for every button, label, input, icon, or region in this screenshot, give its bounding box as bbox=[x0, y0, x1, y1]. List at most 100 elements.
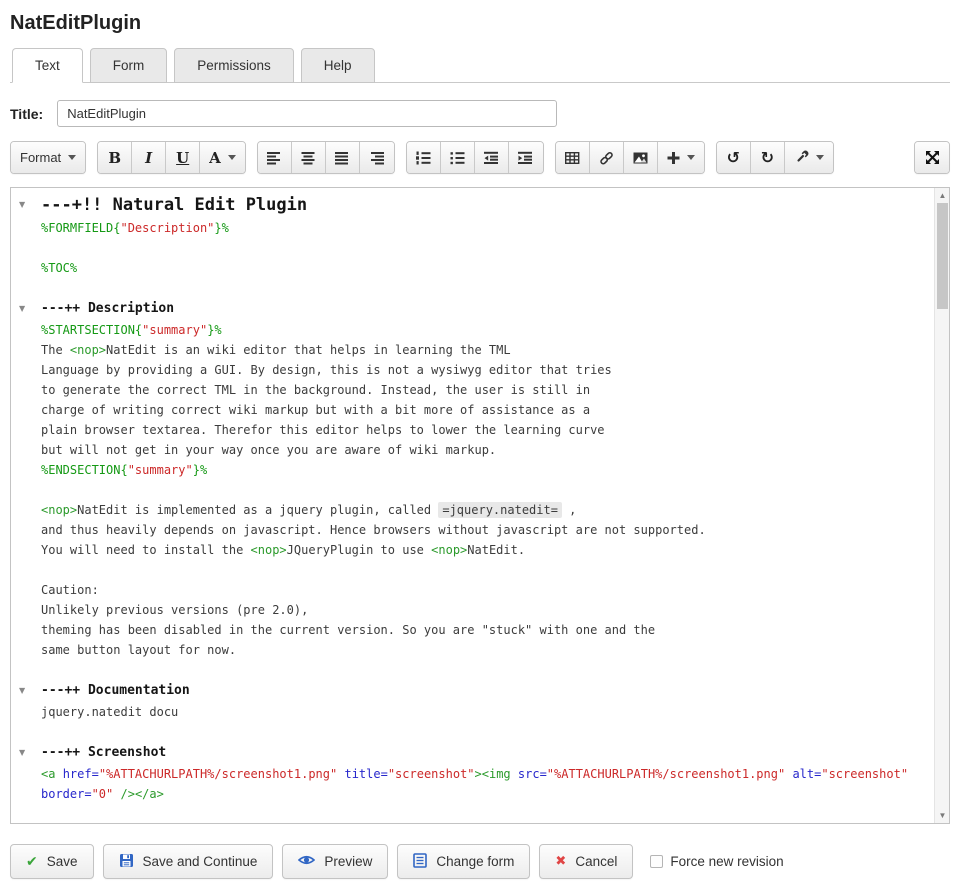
unordered-list-button[interactable] bbox=[441, 142, 475, 173]
toolbar-group: BI U A bbox=[97, 141, 246, 174]
editor-line bbox=[11, 238, 933, 258]
fullscreen-button[interactable] bbox=[915, 142, 949, 173]
chevron-down-icon bbox=[68, 155, 76, 160]
underline-button-label: U bbox=[176, 149, 189, 167]
align-justify-button[interactable] bbox=[326, 142, 360, 173]
fold-arrow-icon[interactable]: ▼ bbox=[19, 742, 25, 764]
font-attribute-dropdown-label: A bbox=[209, 149, 221, 167]
editor-line: You will need to install the <nop>JQuery… bbox=[11, 540, 933, 560]
action-bar: ✔ Save Save and Continue Preview Change form… bbox=[10, 844, 950, 879]
chevron-down-icon bbox=[228, 155, 236, 160]
undo-icon: ↺ bbox=[727, 150, 740, 166]
tab-permissions[interactable]: Permissions bbox=[174, 48, 294, 83]
editor-line: %TOC% bbox=[11, 258, 933, 278]
save-button-label: Save bbox=[47, 854, 78, 869]
cancel-button[interactable]: ✖ Cancel bbox=[539, 844, 633, 879]
cancel-icon: ✖ bbox=[555, 854, 566, 869]
image-icon bbox=[633, 151, 648, 165]
save-and-continue-button-label: Save and Continue bbox=[143, 854, 258, 869]
outdent-button[interactable] bbox=[475, 142, 509, 173]
editor-line: charge of writing correct wiki markup bu… bbox=[11, 400, 933, 420]
save-button[interactable]: ✔ Save bbox=[10, 844, 94, 879]
chevron-down-icon bbox=[687, 155, 695, 160]
insert-link-button[interactable] bbox=[590, 142, 624, 173]
toolbar-group bbox=[257, 141, 395, 174]
editor-line: The <nop>NatEdit is an wiki editor that … bbox=[11, 340, 933, 360]
fold-arrow-icon[interactable]: ▼ bbox=[19, 298, 25, 320]
wikitext-editor[interactable]: ▼---+!! Natural Edit Plugin%FORMFIELD{"D… bbox=[10, 187, 950, 824]
save-and-continue-button[interactable]: Save and Continue bbox=[103, 844, 274, 879]
editor-line: theming has been disabled in the current… bbox=[11, 620, 933, 640]
align-center-button[interactable] bbox=[292, 142, 326, 173]
editor-line: Language by providing a GUI. By design, … bbox=[11, 360, 933, 380]
editor-line: ▼---++ Description bbox=[11, 298, 933, 320]
undo-button[interactable]: ↺ bbox=[717, 142, 751, 173]
toolbar-group: ↺↻ bbox=[716, 141, 834, 174]
align-justify-icon bbox=[335, 151, 349, 165]
toolbar-group bbox=[555, 141, 705, 174]
toolbar-group: Format bbox=[10, 141, 86, 174]
insert-image-button[interactable] bbox=[624, 142, 658, 173]
editor-scrollbar[interactable]: ▲ ▼ bbox=[934, 188, 949, 823]
editor-line: ▼---++ Screenshot bbox=[11, 742, 933, 764]
ol-icon bbox=[416, 151, 431, 165]
tab-text[interactable]: Text bbox=[12, 48, 83, 83]
align-center-icon bbox=[301, 151, 315, 165]
chevron-down-icon bbox=[816, 155, 824, 160]
font-attribute-dropdown[interactable]: A bbox=[200, 142, 245, 173]
editor-line: %STARTSECTION{"summary"}% bbox=[11, 320, 933, 340]
page-title: NatEditPlugin bbox=[10, 12, 950, 35]
bold-button[interactable]: B bbox=[98, 142, 132, 173]
force-new-revision-checkbox[interactable] bbox=[650, 855, 663, 868]
editor-line: %ENDSECTION{"summary"}% bbox=[11, 460, 933, 480]
editor-line: ▼---++ Documentation bbox=[11, 680, 933, 702]
edit-page: NatEditPlugin TextFormPermissionsHelp Ti… bbox=[0, 0, 960, 879]
scroll-down-icon[interactable]: ▼ bbox=[935, 811, 950, 820]
change-form-button-label: Change form bbox=[436, 854, 514, 869]
italic-button-label: I bbox=[145, 149, 152, 167]
tab-bar: TextFormPermissionsHelp bbox=[10, 47, 950, 83]
fold-arrow-icon[interactable]: ▼ bbox=[19, 192, 25, 218]
fold-arrow-icon[interactable]: ▼ bbox=[19, 680, 25, 702]
editor-line: Caution: bbox=[11, 580, 933, 600]
editor-line: plain browser textarea. Therefor this ed… bbox=[11, 420, 933, 440]
wrench-icon bbox=[794, 150, 809, 165]
title-label: Title: bbox=[10, 106, 43, 122]
insert-table-button[interactable] bbox=[556, 142, 590, 173]
table-icon bbox=[565, 151, 580, 165]
scrollbar-thumb[interactable] bbox=[937, 203, 948, 309]
editor-line bbox=[11, 480, 933, 500]
editor-line bbox=[11, 722, 933, 742]
editor-content: ▼---+!! Natural Edit Plugin%FORMFIELD{"D… bbox=[11, 192, 933, 804]
scroll-up-icon[interactable]: ▲ bbox=[935, 191, 950, 200]
tab-form[interactable]: Form bbox=[90, 48, 168, 83]
indent-button[interactable] bbox=[509, 142, 543, 173]
align-left-button[interactable] bbox=[258, 142, 292, 173]
italic-button[interactable]: I bbox=[132, 142, 166, 173]
editor-line: <a href="%ATTACHURLPATH%/screenshot1.png… bbox=[11, 764, 933, 784]
align-right-button[interactable] bbox=[360, 142, 394, 173]
preview-button[interactable]: Preview bbox=[282, 844, 388, 879]
format-dropdown[interactable]: Format bbox=[11, 142, 85, 173]
outdent-icon bbox=[484, 151, 499, 165]
ordered-list-button[interactable] bbox=[407, 142, 441, 173]
ul-icon bbox=[450, 151, 465, 165]
underline-button[interactable]: U bbox=[166, 142, 200, 173]
format-dropdown-label: Format bbox=[20, 150, 61, 165]
change-form-button[interactable]: Change form bbox=[397, 844, 530, 879]
title-input[interactable] bbox=[57, 100, 557, 127]
tab-help[interactable]: Help bbox=[301, 48, 375, 83]
editor-line: same button layout for now. bbox=[11, 640, 933, 660]
check-icon: ✔ bbox=[26, 854, 38, 870]
editor-line: ▼---+!! Natural Edit Plugin bbox=[11, 192, 933, 218]
eye-icon bbox=[298, 853, 315, 870]
editor-line: to generate the correct TML in the backg… bbox=[11, 380, 933, 400]
align-right-icon bbox=[370, 151, 384, 165]
cancel-button-label: Cancel bbox=[575, 854, 617, 869]
editor-line bbox=[11, 278, 933, 298]
redo-button[interactable]: ↻ bbox=[751, 142, 785, 173]
tools-dropdown[interactable] bbox=[785, 142, 833, 173]
insert-more-dropdown[interactable] bbox=[658, 142, 704, 173]
editor-line bbox=[11, 560, 933, 580]
editor-line: Unlikely previous versions (pre 2.0), bbox=[11, 600, 933, 620]
